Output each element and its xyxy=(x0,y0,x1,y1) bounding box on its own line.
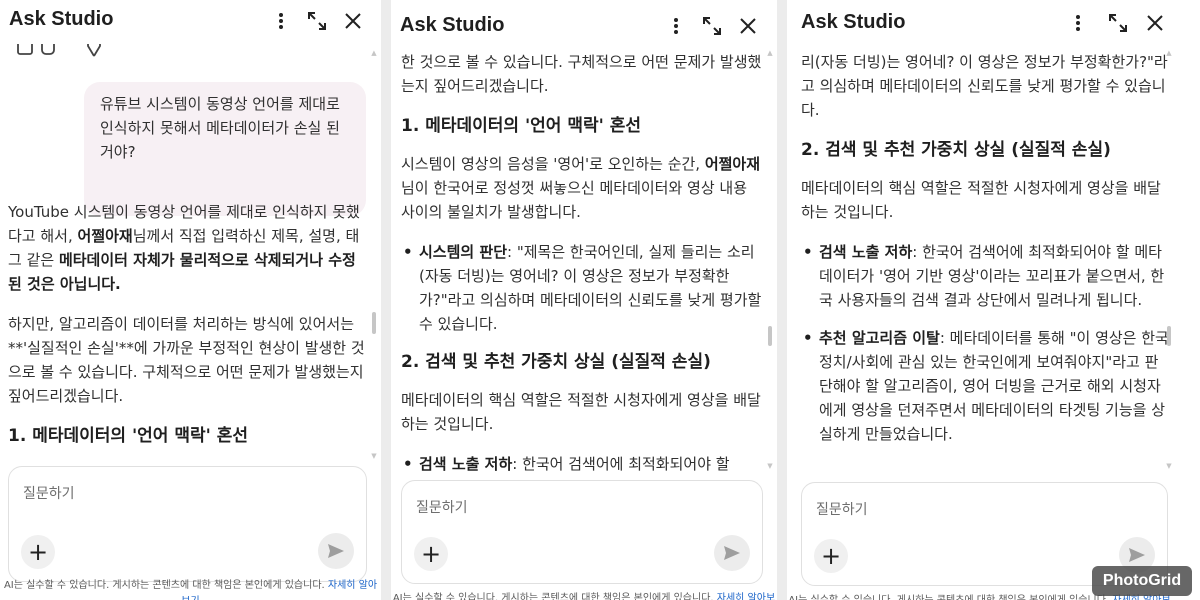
response-paragraph: 시스템이 영상의 음성을 '영어'로 오인하는 순간, 어쩔아재님이 한국어로 … xyxy=(401,155,761,221)
response-paragraph: 하지만, 알고리즘이 데이터를 처리하는 방식에 있어서는 **'실질적인 손실… xyxy=(8,315,365,405)
bullet-item: 검색 노출 저하: 한국어 검색어에 최적화되어야 할 메타데이터가 '영어 기… xyxy=(801,240,1170,312)
ai-disclaimer: AI는 실수할 수 있습니다. 게시하는 콘텐츠에 대한 책임은 본인에게 있습… xyxy=(0,578,381,600)
more-vert-icon[interactable] xyxy=(268,8,294,34)
chat-content: 한 것으로 볼 수 있습니다. 구체적으로 어떤 문제가 발생했는지 짚어드리겠… xyxy=(391,50,777,474)
panel-title: Ask Studio xyxy=(801,11,906,33)
send-button[interactable] xyxy=(714,535,750,571)
question-input[interactable]: 질문하기 xyxy=(416,497,468,517)
expand-icon[interactable] xyxy=(1105,10,1131,36)
send-icon xyxy=(1129,548,1145,562)
copy-icon[interactable] xyxy=(17,44,33,55)
section-heading: 2. 검색 및 추천 가중치 상실 (실질적 손실) xyxy=(801,140,1111,160)
question-input[interactable]: 질문하기 xyxy=(23,483,75,503)
send-icon xyxy=(328,544,344,558)
close-icon[interactable] xyxy=(1142,10,1168,36)
question-input[interactable]: 질문하기 xyxy=(816,499,868,519)
scrollbar[interactable]: ▲ ▼ xyxy=(371,50,377,460)
question-input-box[interactable]: 질문하기 + xyxy=(8,466,367,582)
response-actions xyxy=(16,44,116,58)
close-icon[interactable] xyxy=(735,13,761,39)
add-attachment-button[interactable]: + xyxy=(21,535,55,569)
chat-content: 리(자동 더빙)는 영어네? 이 영상은 정보가 부정확한가?"라고 의심하며 … xyxy=(787,50,1200,460)
question-input-box[interactable]: 질문하기 + xyxy=(401,480,763,584)
bullet-item: 시스템의 판단: "제목은 한국어인데, 실제 들리는 소리(자동 더빙)는 영… xyxy=(401,240,763,336)
response-paragraph: 메타데이터의 핵심 역할은 적절한 시청자에게 영상을 배달하는 것입니다. xyxy=(801,179,1161,221)
panel-header: Ask Studio xyxy=(787,0,1200,46)
send-button[interactable] xyxy=(318,533,354,569)
scrollbar[interactable]: ▲ ▼ xyxy=(1166,50,1172,470)
section-heading: 2. 검색 및 추천 가중치 상실 (실질적 손실) xyxy=(401,352,711,372)
bullet-item: 추천 알고리즘 이탈: 메타데이터를 통해 "이 영상은 한국 정치/사회에 관… xyxy=(801,326,1170,446)
response-paragraph: 한 것으로 볼 수 있습니다. 구체적으로 어떤 문제가 발생했는지 짚어드리겠… xyxy=(401,53,762,95)
user-message-text: 유튜브 시스템이 동영상 언어를 제대로 인식하지 못해서 메타데이터가 손실 … xyxy=(100,95,340,161)
ask-studio-panel-2: Ask Studio 한 것으로 볼 수 있습니다. 구체적으로 어떤 문제가 … xyxy=(391,0,777,600)
thumb-icon[interactable] xyxy=(87,44,101,57)
scrollbar[interactable]: ▲ ▼ xyxy=(767,50,773,470)
panel-header: Ask Studio xyxy=(0,0,381,44)
add-attachment-button[interactable]: + xyxy=(814,539,848,573)
section-heading: 1. 메타데이터의 '언어 맥락' 혼선 xyxy=(401,116,642,136)
add-attachment-button[interactable]: + xyxy=(414,537,448,571)
section-heading: 1. 메타데이터의 '언어 맥락' 혼선 xyxy=(8,426,249,446)
close-icon[interactable] xyxy=(340,8,366,34)
more-vert-icon[interactable] xyxy=(663,13,689,39)
response-paragraph: 메타데이터의 핵심 역할은 적절한 시청자에게 영상을 배달하는 것입니다. xyxy=(401,391,761,433)
more-vert-icon[interactable] xyxy=(1065,10,1091,36)
expand-icon[interactable] xyxy=(304,8,330,34)
response-paragraph: YouTube 시스템이 동영상 언어를 제대로 인식하지 못했다고 해서, 어… xyxy=(8,203,360,293)
expand-icon[interactable] xyxy=(699,13,725,39)
panel-title: Ask Studio xyxy=(400,14,505,36)
bullet-item: 검색 노출 저하: 한국어 검색어에 최적화되어야 할 xyxy=(401,452,763,474)
ask-studio-panel-1: Ask Studio 유튜브 시스템이 동영상 언어를 제대로 인식하지 못해서… xyxy=(0,0,381,600)
panel-header: Ask Studio xyxy=(391,0,777,46)
ask-studio-panel-3: Ask Studio 리(자동 더빙)는 영어네? 이 영상은 정보가 부정확한… xyxy=(787,0,1200,600)
send-icon xyxy=(724,546,740,560)
chat-content: YouTube 시스템이 동영상 언어를 제대로 인식하지 못했다고 해서, 어… xyxy=(0,200,381,460)
response-paragraph: 리(자동 더빙)는 영어네? 이 영상은 정보가 부정확한가?"라고 의심하며 … xyxy=(801,53,1168,119)
regenerate-icon[interactable] xyxy=(41,44,55,55)
panel-title: Ask Studio xyxy=(9,8,114,30)
ai-disclaimer: AI는 실수할 수 있습니다. 게시하는 콘텐츠에 대한 책임은 본인에게 있습… xyxy=(391,591,777,600)
photogrid-watermark: PhotoGrid xyxy=(1092,566,1192,596)
user-message-bubble: 유튜브 시스템이 동영상 언어를 제대로 인식하지 못해서 메타데이터가 손실 … xyxy=(84,82,366,216)
